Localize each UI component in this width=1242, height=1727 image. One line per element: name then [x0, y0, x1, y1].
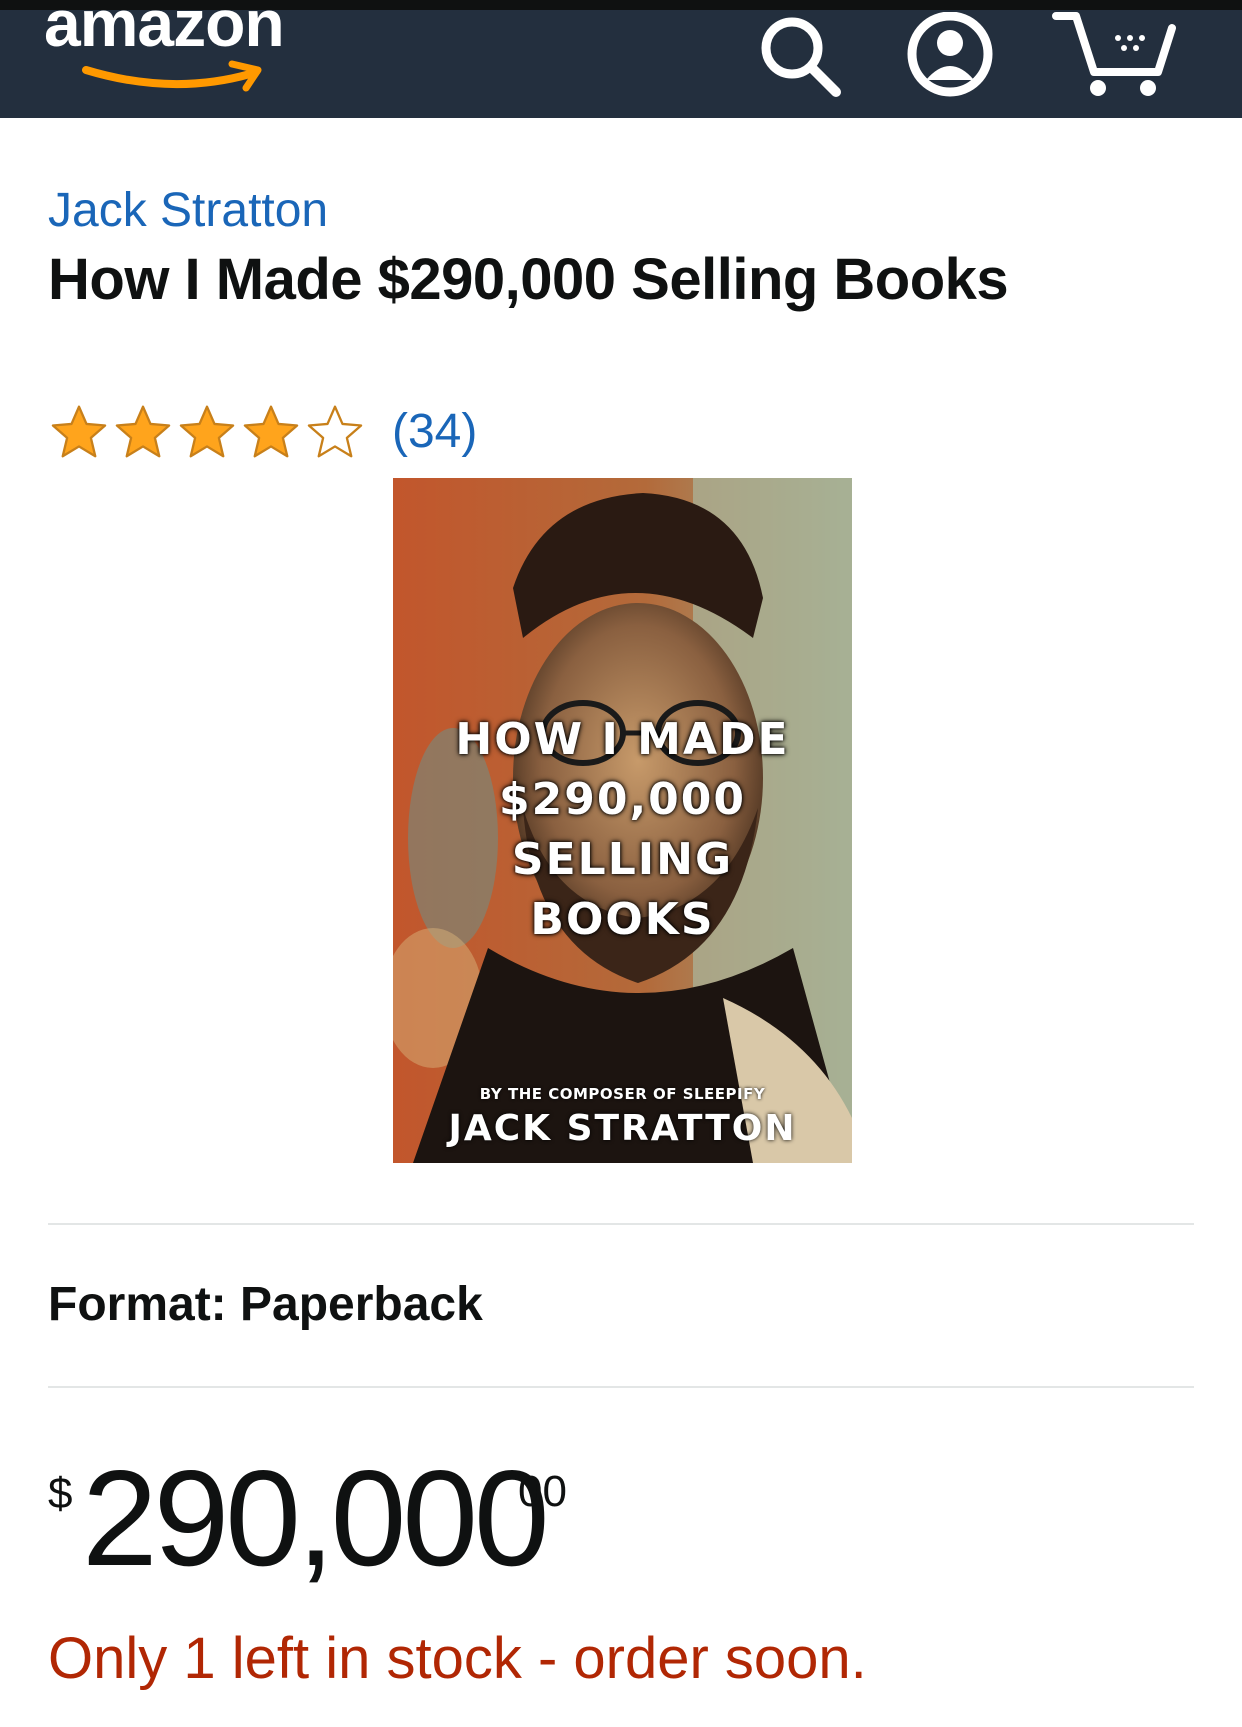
price-whole: 290,000 [82, 1442, 550, 1594]
search-icon[interactable] [752, 12, 848, 102]
cover-title-line: $290,000 [498, 774, 747, 825]
star-full-icon [243, 405, 299, 458]
format-label[interactable]: Format: Paperback [48, 1277, 483, 1333]
cover-title-line: BOOKS [530, 894, 715, 945]
cover-byline: BY THE COMPOSER OF SLEEPIFY [479, 1085, 766, 1103]
cover-title-line: SELLING [511, 834, 734, 885]
cover-author: JACK STRATTON [448, 1108, 797, 1149]
stock-availability-message: Only 1 left in stock - order soon. [48, 1626, 867, 1691]
section-divider [48, 1223, 1194, 1225]
star-full-icon [179, 405, 235, 458]
account-icon[interactable] [904, 12, 1000, 102]
logo-text: amazon [44, 0, 285, 60]
author-link[interactable]: Jack Stratton [48, 183, 328, 239]
amazon-logo[interactable]: amazon [44, 0, 344, 100]
star-rating[interactable] [48, 402, 378, 466]
section-divider [48, 1386, 1194, 1388]
price-currency-symbol: $ [48, 1469, 73, 1518]
rating-count-link[interactable]: (34) [392, 402, 477, 462]
book-cover-image[interactable]: HOW I MADE $290,000 SELLING BOOKS BY THE… [393, 478, 852, 1163]
product-title: How I Made $290,000 Selling Books [48, 247, 1009, 312]
star-full-icon [51, 405, 107, 458]
cover-title: HOW I MADE $290,000 SELLING BOOKS [393, 710, 852, 950]
cover-title-line: HOW I MADE [455, 714, 790, 765]
logo-smile-icon [82, 60, 262, 92]
star-full-icon [115, 405, 171, 458]
cart-icon[interactable] [1052, 12, 1182, 102]
top-navigation-bar: amazon [0, 0, 1242, 118]
price-fraction: 00 [518, 1467, 567, 1516]
star-empty-icon [307, 405, 363, 458]
